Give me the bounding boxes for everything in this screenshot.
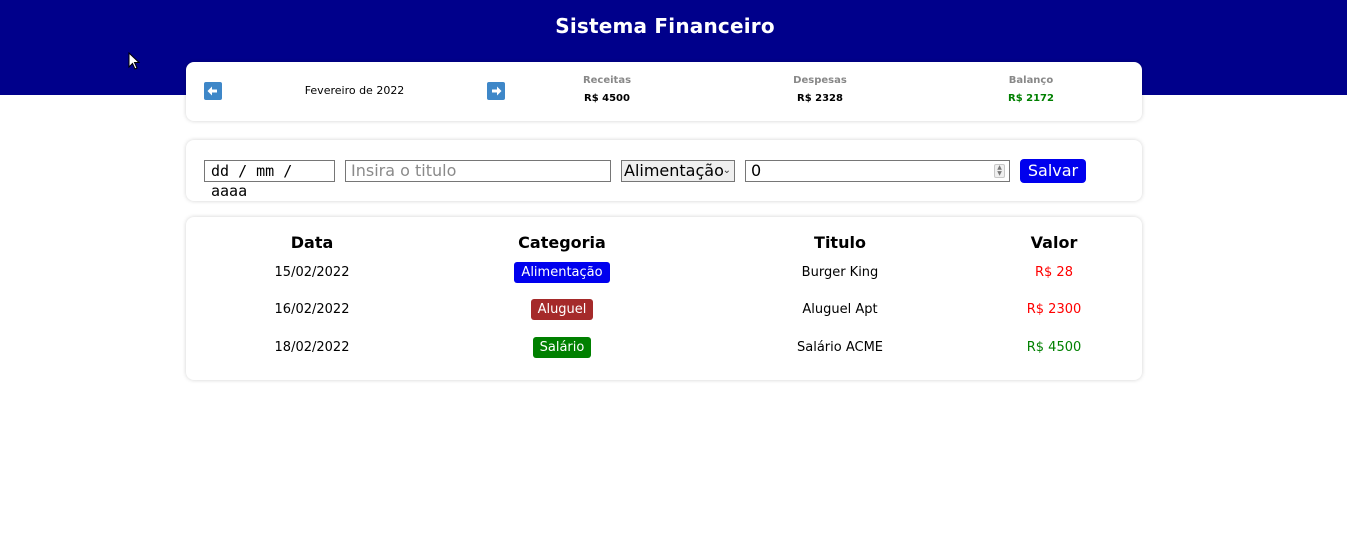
save-button[interactable]: Salvar [1020,159,1086,183]
balanco-summary: Balanço R$ 2172 [971,75,1091,104]
balanco-value: R$ 2172 [1008,93,1054,104]
despesas-value: R$ 2328 [797,93,843,104]
category-badge: Aluguel [530,299,594,320]
column-header-categoria: Categoria [518,233,606,252]
despesas-summary: Despesas R$ 2328 [760,75,880,104]
column-header-data: Data [290,233,334,252]
summary-card: Fevereiro de 2022 Receitas R$ 4500 Despe… [186,62,1142,121]
month-label: Fevereiro de 2022 [304,84,405,97]
arrow-right-icon [492,86,502,96]
row-3-title: Salário ACME [796,340,883,355]
number-spinner-icon[interactable]: ▲ ▼ [994,164,1005,178]
amount-input-value: 0 [751,161,762,180]
row-3-date: 18/02/2022 [274,340,350,355]
category-select[interactable]: Alimentação ⌄ [621,160,735,182]
category-badge: Alimentação [514,262,610,283]
transactions-table: Data Categoria Titulo Valor 15/02/2022 A… [186,217,1142,380]
row-2-value: R$ 2300 [1026,302,1082,317]
despesas-label: Despesas [793,75,847,86]
date-input[interactable]: dd / mm / aaaa [204,160,335,200]
category-badge: Salário [532,337,592,358]
receitas-label: Receitas [582,75,632,86]
row-3-value: R$ 4500 [1026,340,1082,355]
column-header-titulo: Titulo [814,233,866,252]
amount-input[interactable]: 0 ▲ ▼ [745,160,1010,182]
row-1-date: 15/02/2022 [274,265,350,280]
column-header-valor: Valor [1030,233,1078,252]
row-2-category: Aluguel [487,299,637,320]
receitas-summary: Receitas R$ 4500 [547,75,667,104]
entry-form-card: dd / mm / aaaa Insira o titulo Alimentaç… [186,140,1142,201]
app-title: Sistema Financeiro [555,14,775,38]
row-1-category: Alimentação [487,262,637,283]
receitas-value: R$ 4500 [584,93,630,104]
arrow-left-icon [207,86,217,96]
row-1-value: R$ 28 [1035,265,1073,280]
row-2-title: Aluguel Apt [802,302,878,317]
next-month-button[interactable] [487,82,505,100]
balanco-label: Balanço [1008,75,1054,86]
prev-month-button[interactable] [204,82,222,100]
category-select-value: Alimentação [624,161,724,180]
chevron-down-icon: ⌄ [722,165,731,176]
row-1-title: Burger King [801,265,879,280]
mouse-cursor-icon [128,51,141,74]
row-3-category: Salário [487,337,637,358]
row-2-date: 16/02/2022 [274,302,350,317]
title-input[interactable]: Insira o titulo [345,160,611,182]
